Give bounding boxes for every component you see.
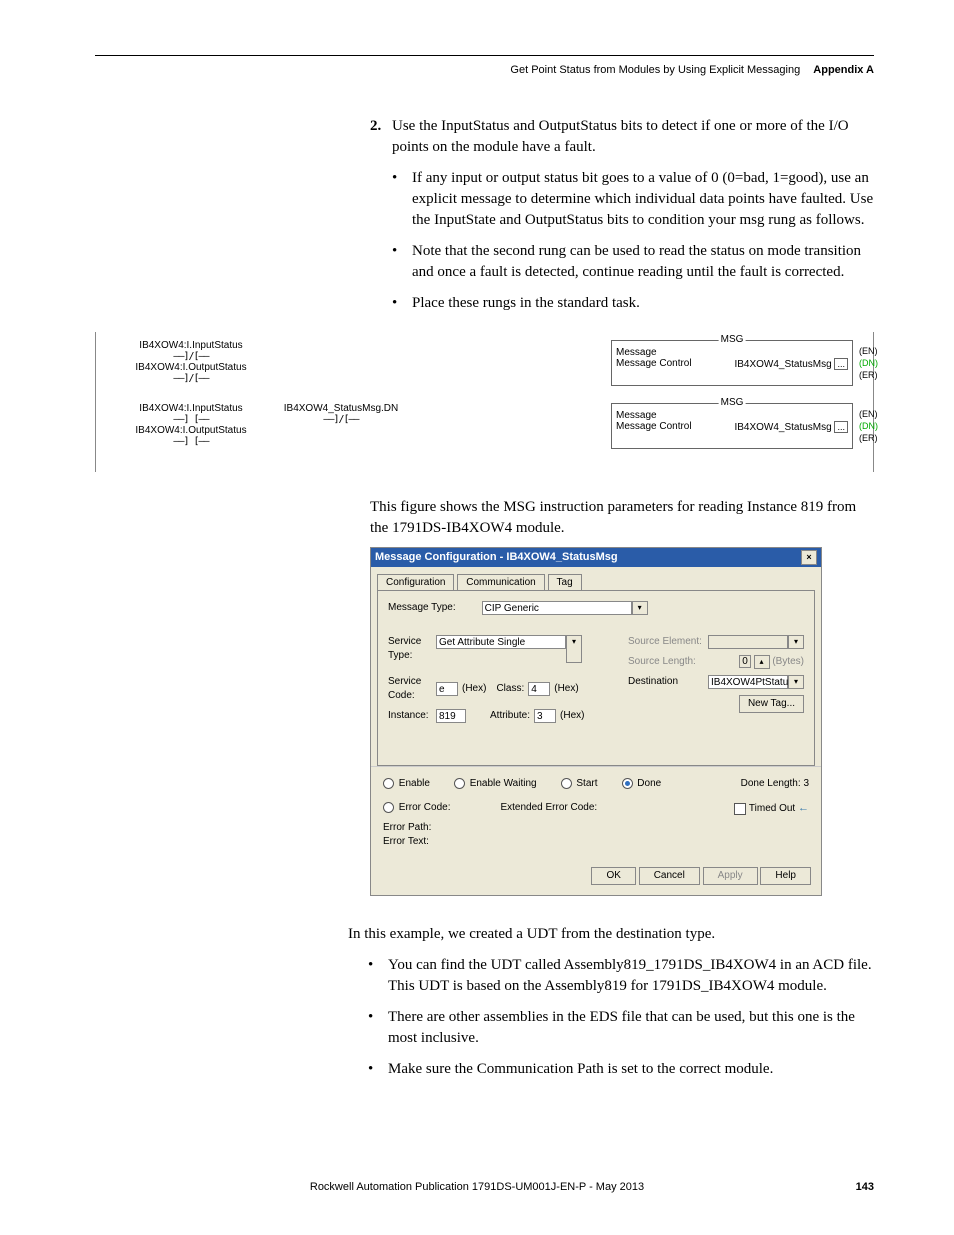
apply-button: Apply bbox=[703, 867, 758, 885]
publication-info: Rockwell Automation Publication 1791DS-U… bbox=[310, 1181, 644, 1193]
service-code-input[interactable]: e bbox=[436, 682, 458, 696]
source-element-label: Source Element: bbox=[628, 635, 702, 649]
step-number: 2. bbox=[370, 116, 392, 158]
dropdown-arrow-icon: ▾ bbox=[788, 635, 804, 649]
arrow-icon: ← bbox=[798, 802, 809, 814]
status-indicator-icon bbox=[622, 778, 633, 789]
tab-configuration[interactable]: Configuration bbox=[377, 574, 454, 591]
page-number: 143 bbox=[856, 1181, 874, 1193]
service-code-label: Service Code: bbox=[388, 675, 432, 703]
step-2: 2. Use the InputStatus and OutputStatus … bbox=[370, 116, 874, 158]
step-bullet-2: •Note that the second rung can be used t… bbox=[392, 241, 874, 283]
class-input[interactable]: 4 bbox=[528, 682, 550, 696]
instance-label: Instance: bbox=[388, 709, 432, 723]
step-bullet-3: •Place these rungs in the standard task. bbox=[392, 293, 874, 314]
status-indicator-icon bbox=[561, 778, 572, 789]
service-type-label: Service Type: bbox=[388, 635, 432, 663]
ok-button[interactable]: OK bbox=[591, 867, 635, 885]
destination-label: Destination bbox=[628, 675, 678, 689]
dropdown-arrow-icon[interactable]: ▾ bbox=[566, 635, 582, 663]
example-intro: In this example, we created a UDT from t… bbox=[348, 924, 874, 945]
message-config-dialog: Message Configuration - IB4XOW4_StatusMs… bbox=[370, 547, 822, 896]
msg-instruction-1: MSG Message Message Control IB4XOW4_Stat… bbox=[611, 340, 853, 386]
cancel-button[interactable]: Cancel bbox=[639, 867, 700, 885]
error-text-label: Error Text: bbox=[383, 835, 809, 849]
service-type-select[interactable]: Get Attribute Single bbox=[436, 635, 566, 649]
source-length-label: Source Length: bbox=[628, 655, 696, 669]
after-bullet-3: •Make sure the Communication Path is set… bbox=[348, 1059, 874, 1080]
figure-caption: This figure shows the MSG instruction pa… bbox=[370, 497, 874, 539]
class-label: Class: bbox=[496, 682, 524, 696]
tab-communication[interactable]: Communication bbox=[457, 574, 544, 591]
after-bullet-1: •You can find the UDT called Assembly819… bbox=[348, 955, 874, 997]
source-element-input bbox=[708, 635, 788, 649]
page-header: Get Point Status from Modules by Using E… bbox=[95, 64, 874, 76]
message-type-label: Message Type: bbox=[388, 601, 456, 615]
msg-instruction-2: MSG Message Message Control IB4XOW4_Stat… bbox=[611, 403, 853, 449]
step-text: Use the InputStatus and OutputStatus bit… bbox=[392, 116, 874, 158]
status-indicator-icon bbox=[383, 802, 394, 813]
appendix-label: Appendix A bbox=[813, 64, 874, 76]
dropdown-arrow-icon[interactable]: ▾ bbox=[632, 601, 648, 615]
close-icon[interactable]: × bbox=[801, 550, 817, 565]
spinner-icon: ▴ bbox=[754, 655, 770, 668]
error-path-label: Error Path: bbox=[383, 821, 809, 835]
destination-select[interactable]: IB4XOW4PtStatus bbox=[708, 675, 788, 689]
tab-tag[interactable]: Tag bbox=[548, 574, 582, 591]
status-indicator-icon bbox=[454, 778, 465, 789]
timed-out-checkbox[interactable] bbox=[734, 803, 746, 815]
page-footer: Rockwell Automation Publication 1791DS-U… bbox=[0, 1181, 954, 1193]
attribute-input[interactable]: 3 bbox=[534, 709, 556, 723]
message-type-select[interactable]: CIP Generic bbox=[482, 601, 632, 615]
help-button[interactable]: Help bbox=[760, 867, 811, 885]
after-bullet-2: •There are other assemblies in the EDS f… bbox=[348, 1007, 874, 1049]
dialog-titlebar: Message Configuration - IB4XOW4_StatusMs… bbox=[371, 548, 821, 567]
status-indicator-icon bbox=[383, 778, 394, 789]
source-length-input: 0 bbox=[739, 655, 751, 668]
dialog-title: Message Configuration - IB4XOW4_StatusMs… bbox=[375, 550, 618, 565]
step-bullet-1: •If any input or output status bit goes … bbox=[392, 168, 874, 231]
ladder-diagram: IB4XOW4:I.InputStatus ——]/[—— IB4XOW4:I.… bbox=[95, 332, 874, 472]
dropdown-arrow-icon[interactable]: ▾ bbox=[788, 675, 804, 689]
new-tag-button[interactable]: New Tag... bbox=[739, 695, 804, 713]
chapter-title: Get Point Status from Modules by Using E… bbox=[510, 64, 800, 76]
attribute-label: Attribute: bbox=[490, 709, 530, 723]
instance-input[interactable]: 819 bbox=[436, 709, 466, 723]
